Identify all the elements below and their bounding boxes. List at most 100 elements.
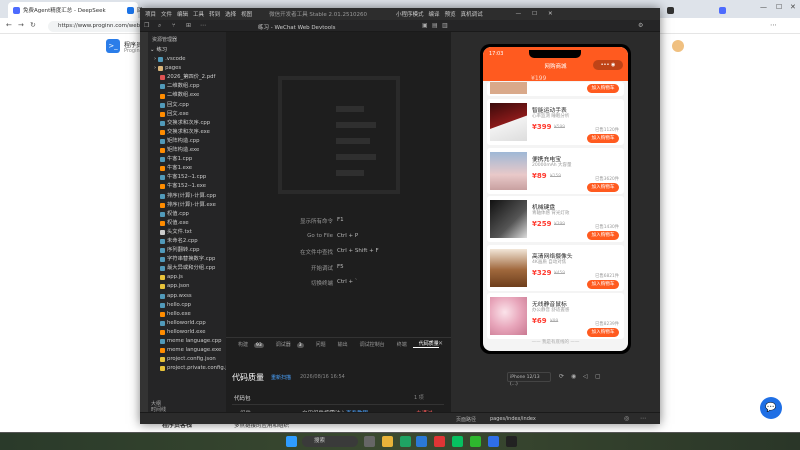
file-item[interactable]: 序列翻转.cpp: [148, 246, 226, 255]
rescan-link[interactable]: 重新扫描: [271, 374, 291, 381]
file-item[interactable]: 权值.exe: [148, 219, 226, 228]
product-card[interactable]: 便携充电宝 20000mAh 大容量 ¥89 ¥159 已售3620件 加入购物车: [487, 147, 624, 194]
menu-item-view[interactable]: 视图: [241, 10, 252, 18]
menu-dots-icon[interactable]: ⋯: [770, 21, 777, 29]
product-card[interactable]: 无线静音鼠标 办公静音 舒适握感 ¥69 ¥99 已售8239件 加入购物车: [487, 293, 624, 339]
row-package-value[interactable]: 1 项: [414, 394, 424, 401]
remote-debug-button[interactable]: 真机调试: [461, 10, 483, 18]
back-icon[interactable]: ←: [6, 21, 12, 29]
file-item[interactable]: 头文件.txt: [148, 228, 226, 237]
folder-item[interactable]: › .vscode: [148, 55, 226, 64]
browser-icon[interactable]: [400, 436, 411, 447]
file-item[interactable]: project.private.config.js: [148, 364, 226, 373]
layout-icon[interactable]: ▣: [422, 22, 428, 29]
vscode-icon[interactable]: [488, 436, 499, 447]
panel-tab[interactable]: 调试控制台: [354, 341, 385, 348]
file-item[interactable]: hello.exe: [148, 310, 226, 319]
close-icon[interactable]: ✕: [548, 11, 553, 17]
file-item[interactable]: 未命名2.cpp: [148, 237, 226, 246]
menu-item-file[interactable]: 文件: [161, 10, 172, 18]
compile-button[interactable]: 编译: [429, 10, 440, 18]
menu-item-goto[interactable]: 转到: [209, 10, 220, 18]
file-item[interactable]: 二维数组.exe: [148, 91, 226, 100]
product-card[interactable]: 智能运动手表 心率监测 睡眠分析 ¥399 ¥599 已售1120件 加入购物车: [487, 99, 624, 145]
file-item[interactable]: 权值.cpp: [148, 210, 226, 219]
panel-tab[interactable]: 终端: [391, 341, 407, 348]
file-item[interactable]: 排序(计算)-计算.cpp: [148, 192, 226, 201]
file-item[interactable]: 字符串替换数字.cpp: [148, 255, 226, 264]
file-item[interactable]: app.wxss: [148, 292, 226, 301]
add-to-cart-button[interactable]: 加入购物车: [587, 84, 619, 93]
close-icon[interactable]: ✕: [790, 3, 796, 11]
device-select[interactable]: iPhone 12/13 (...): [507, 372, 551, 387]
maximize-icon[interactable]: ☐: [532, 11, 537, 17]
folder-item[interactable]: › pages: [148, 64, 226, 73]
reload-icon[interactable]: ↻: [30, 21, 36, 29]
file-explorer-icon[interactable]: [382, 436, 393, 447]
file-item[interactable]: helloworld.exe: [148, 328, 226, 337]
file-item[interactable]: meme language.exe: [148, 346, 226, 355]
product-card[interactable]: 高清网络摄像头 4K画质 自动对焦 ¥329 ¥459 已售6821件 加入购物车: [487, 244, 624, 291]
menu-item-project[interactable]: 项目: [145, 10, 156, 18]
status-path[interactable]: pages/index/index: [490, 416, 536, 422]
forward-icon[interactable]: →: [18, 21, 24, 29]
start-icon[interactable]: [286, 436, 297, 447]
close-icon[interactable]: ✕: [438, 340, 443, 347]
file-item[interactable]: 二维数组.cpp: [148, 82, 226, 91]
capsule-menu-icon[interactable]: ••• ◉: [593, 60, 623, 70]
rotate-icon[interactable]: ⟳: [559, 373, 564, 380]
file-item[interactable]: 交换求和次序.cpp: [148, 119, 226, 128]
product-card[interactable]: 机械键盘 青轴体感 背光灯效 ¥259 ¥399 已售1430件 加入购物车: [487, 196, 624, 242]
panel-tab[interactable]: 构建 93: [232, 341, 264, 348]
chevron-up-icon[interactable]: ⌃: [426, 340, 431, 347]
browser-tab-4[interactable]: [714, 2, 744, 18]
menu-item-tools[interactable]: 工具: [193, 10, 204, 18]
file-item[interactable]: app.js: [148, 273, 226, 282]
eye-icon[interactable]: ◎: [624, 415, 629, 422]
maximize-icon[interactable]: ☐: [776, 3, 782, 11]
file-item[interactable]: project.config.json: [148, 355, 226, 364]
add-to-cart-button[interactable]: 加入购物车: [587, 231, 619, 240]
minimize-icon[interactable]: —: [760, 3, 767, 11]
extensions-icon[interactable]: ⊞: [186, 22, 191, 29]
source-control-icon[interactable]: ⑂: [172, 22, 176, 29]
files-icon[interactable]: ❐: [144, 22, 149, 29]
task-view-icon[interactable]: [364, 436, 375, 447]
file-item[interactable]: 回文.exe: [148, 110, 226, 119]
taskbar-search[interactable]: 搜索: [302, 436, 358, 447]
file-item[interactable]: 牛客152--1.cpp: [148, 173, 226, 182]
file-item[interactable]: hello.cpp: [148, 301, 226, 310]
add-to-cart-button[interactable]: 加入购物车: [587, 279, 619, 289]
panel-tab[interactable]: 问题: [310, 341, 326, 348]
browser-tab-3[interactable]: [662, 2, 712, 18]
phone-settings-icon[interactable]: ⚙: [638, 22, 643, 29]
search-icon[interactable]: ⌕: [158, 22, 161, 30]
wechat-icon[interactable]: [452, 436, 463, 447]
sidebar-toggle-icon[interactable]: ▥: [442, 22, 448, 29]
edge-icon[interactable]: [416, 436, 427, 447]
file-item[interactable]: 交换求和次序.exe: [148, 128, 226, 137]
file-item[interactable]: 牛客1.cpp: [148, 155, 226, 164]
file-item[interactable]: 牛客1.exe: [148, 164, 226, 173]
menu-item-select[interactable]: 选择: [225, 10, 236, 18]
avatar[interactable]: [672, 40, 684, 52]
more-icon[interactable]: ⋯: [640, 415, 646, 422]
file-item[interactable]: app.json: [148, 282, 226, 291]
file-item[interactable]: 矩阵构造.cpp: [148, 137, 226, 146]
back-icon[interactable]: ◁: [583, 373, 588, 380]
file-item[interactable]: 矩阵构造.exe: [148, 146, 226, 155]
home-icon[interactable]: ◉: [571, 373, 576, 380]
file-item[interactable]: 最大异或和分组.cpp: [148, 264, 226, 273]
panel-tab[interactable]: 调试器 3: [270, 341, 304, 348]
browser-tab-deepseek[interactable]: 免费Agent精度汇总 - DeepSeek: [8, 2, 138, 18]
app-icon[interactable]: [434, 436, 445, 447]
screenshot-icon[interactable]: ▢: [595, 373, 601, 380]
panel-tab[interactable]: 输出: [332, 341, 348, 348]
file-item[interactable]: 2026_第四价_2.pdf: [148, 73, 226, 82]
mode-select[interactable]: 小程序模式: [396, 10, 424, 18]
file-item[interactable]: 回文.cpp: [148, 101, 226, 110]
file-item[interactable]: helloworld.cpp: [148, 319, 226, 328]
file-item[interactable]: meme language.cpp: [148, 337, 226, 346]
menu-item-edit[interactable]: 编辑: [177, 10, 188, 18]
file-item[interactable]: 牛客152--1.exe: [148, 182, 226, 191]
